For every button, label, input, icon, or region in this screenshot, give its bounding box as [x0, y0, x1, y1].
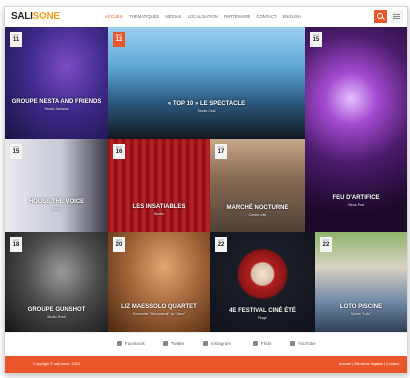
event-day: 22 [217, 242, 225, 248]
nav-item-contact[interactable]: CONTACT [257, 14, 277, 19]
logo-accent-text: SONE [32, 11, 60, 22]
nav-item-thematiques[interactable]: THÉMATIQUES [129, 14, 159, 19]
event-day: 18 [12, 242, 20, 248]
event-day: 20 [115, 242, 123, 248]
footer-links[interactable]: Accueil | Mentions légales | Contact [339, 362, 399, 366]
event-date-badge: SEPT 11 [10, 32, 22, 47]
event-tile[interactable]: SEPT 17 MARCHÉ NOCTURNE Centre-ville [210, 139, 305, 232]
event-grid: SEPT 11 GROUPE NESTA AND FRIENDS Studio … [5, 27, 407, 332]
footer-bar: Copyright © sali-sone, 2016 Accueil | Me… [5, 356, 407, 373]
social-link-flickr[interactable]: Flickr [253, 341, 272, 347]
event-tile[interactable]: SEPT 15 HOUSE THE VOICE Studio [5, 139, 108, 232]
event-venue: Studio Jamaica [44, 107, 69, 111]
event-venue: Studio Club [197, 109, 216, 113]
social-link-facebook[interactable]: Facebook [117, 341, 145, 347]
event-day: 16 [115, 149, 123, 155]
event-caption: LOTO PISCINE Soirée "Loto" [315, 304, 407, 316]
flickr-icon [253, 341, 258, 347]
event-title: LES INSATIABLES [132, 204, 186, 210]
event-venue: Ensemble "Déconstruit" au "Jazz" [132, 312, 186, 316]
social-link-youtube[interactable]: YouTube [290, 341, 316, 347]
event-date-badge: SEPT 15 [310, 32, 322, 47]
social-link-instagram[interactable]: Instagram [203, 341, 232, 347]
event-title: LOTO PISCINE [339, 304, 383, 310]
event-caption: LIZ MAESSOLO QUARTET Ensemble "Déconstru… [108, 304, 210, 316]
event-date-badge: SEPT 20 [113, 237, 125, 252]
logo-main-text: SALI [11, 11, 33, 22]
social-label: Twitter [171, 341, 185, 346]
event-title: HOUSE THE VOICE [28, 199, 85, 205]
hamburger-line [393, 14, 400, 15]
event-day: 17 [217, 149, 225, 155]
event-caption: FEU D'ARTIFICE Vieux-Port [305, 195, 407, 207]
instagram-icon [203, 341, 208, 347]
social-label: Flickr [261, 341, 272, 346]
event-date-badge: SEPT 12 [113, 32, 125, 47]
search-button[interactable] [374, 10, 387, 23]
event-caption: MARCHÉ NOCTURNE Centre-ville [210, 205, 305, 217]
top-navigation-bar: SALISONE ACCUEIL THÉMATIQUES MÉDIAS LOCA… [5, 7, 407, 28]
event-caption: 4e FESTIVAL CINÉ ÉTÉ Plage [210, 308, 315, 320]
main-nav: ACCUEIL THÉMATIQUES MÉDIAS LOCALISATION … [105, 14, 306, 19]
event-title: FEU D'ARTIFICE [332, 195, 380, 201]
social-links-bar: Facebook Twitter Instagram Flickr YouTub… [5, 332, 407, 357]
event-title: MARCHÉ NOCTURNE [226, 205, 289, 211]
nav-item-partenaire[interactable]: PARTENAIRE [224, 14, 250, 19]
event-tile[interactable]: SEPT 20 LIZ MAESSOLO QUARTET Ensemble "D… [108, 232, 210, 332]
nav-item-medias[interactable]: MÉDIAS [165, 14, 181, 19]
twitter-icon [163, 341, 168, 347]
event-tile[interactable]: SEPT 22 4e FESTIVAL CINÉ ÉTÉ Plage [210, 232, 315, 332]
hamburger-line [393, 16, 400, 17]
event-date-badge: SEPT 15 [10, 144, 22, 159]
event-day: 15 [12, 149, 20, 155]
event-venue: Centre-ville [248, 213, 267, 217]
site-logo[interactable]: SALISONE [11, 11, 60, 22]
event-venue: Studio Rock [47, 315, 66, 319]
event-title: LIZ MAESSOLO QUARTET [121, 304, 197, 310]
nav-item-accueil[interactable]: ACCUEIL [105, 14, 123, 19]
event-venue: Vieux-Port [347, 203, 365, 207]
event-title: GROUPE NESTA AND FRIENDS [11, 99, 102, 105]
social-link-twitter[interactable]: Twitter [163, 341, 185, 347]
footer-copyright: Copyright © sali-sone, 2016 [33, 362, 80, 366]
event-day: 22 [322, 242, 330, 248]
event-date-badge: SEPT 22 [215, 237, 227, 252]
social-label: YouTube [298, 341, 316, 346]
event-caption: GROUPE NESTA AND FRIENDS Studio Jamaica [5, 99, 108, 111]
event-caption: GROUPE GUNSHOT Studio Rock [5, 307, 108, 319]
nav-item-localisation[interactable]: LOCALISATION [188, 14, 218, 19]
event-title: 4e FESTIVAL CINÉ ÉTÉ [229, 308, 296, 314]
social-label: Instagram [211, 341, 232, 346]
event-venue: Studio [154, 212, 164, 216]
event-date-badge: SEPT 17 [215, 144, 227, 159]
nav-item-english[interactable]: ENGLISH [283, 14, 301, 19]
event-venue: Plage [258, 316, 267, 320]
event-tile[interactable]: SEPT 22 LOTO PISCINE Soirée "Loto" [315, 232, 407, 332]
event-caption: LES INSATIABLES Studio [108, 204, 210, 216]
event-date-badge: SEPT 18 [10, 237, 22, 252]
event-caption: « TOP 10 » LE SPECTACLE Studio Club [108, 101, 305, 113]
event-tile[interactable]: SEPT 15 FEU D'ARTIFICE Vieux-Port [305, 27, 407, 232]
event-tile[interactable]: SEPT 12 « TOP 10 » LE SPECTACLE Studio C… [108, 27, 305, 139]
hamburger-line [393, 18, 400, 19]
event-tile[interactable]: SEPT 18 GROUPE GUNSHOT Studio Rock [5, 232, 108, 332]
event-title: GROUPE GUNSHOT [27, 307, 86, 313]
event-venue: Soirée "Loto" [350, 312, 372, 316]
event-date-badge: SEPT 22 [320, 237, 332, 252]
event-day: 11 [12, 37, 20, 43]
event-date-badge: SEPT 16 [113, 144, 125, 159]
facebook-icon [117, 341, 122, 347]
event-day: 12 [115, 37, 123, 43]
event-tile[interactable]: SEPT 11 GROUPE NESTA AND FRIENDS Studio … [5, 27, 108, 139]
event-caption: HOUSE THE VOICE Studio [5, 199, 108, 211]
event-tile[interactable]: SEPT 16 LES INSATIABLES Studio [108, 139, 210, 232]
browser-screen: SALISONE ACCUEIL THÉMATIQUES MÉDIAS LOCA… [4, 6, 408, 374]
event-day: 15 [312, 37, 320, 43]
event-venue: Studio [51, 207, 62, 211]
social-label: Facebook [125, 341, 145, 346]
youtube-icon [290, 341, 295, 347]
menu-toggle-button[interactable] [390, 10, 403, 23]
event-title: « TOP 10 » LE SPECTACLE [167, 101, 246, 107]
